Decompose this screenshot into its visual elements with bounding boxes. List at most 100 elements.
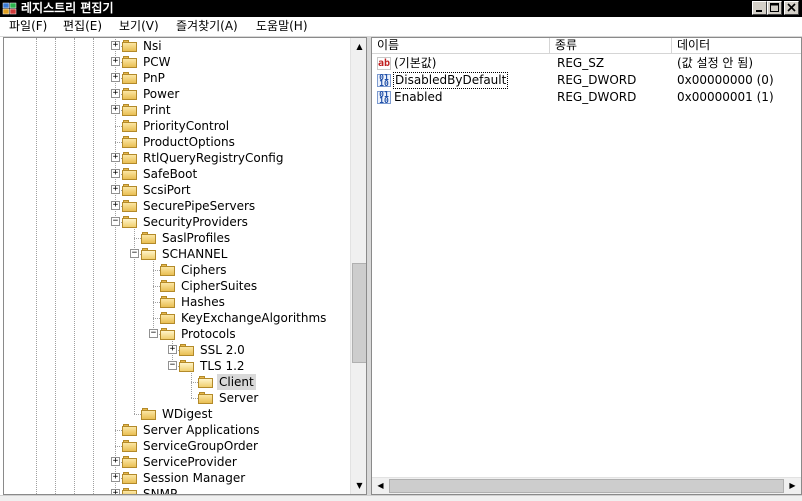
tree-node-label: ScsiPort [143, 183, 191, 197]
expand-icon[interactable]: + [111, 457, 120, 466]
value-name: Enabled [394, 90, 443, 104]
tree-node-serviceprovider[interactable]: + ServiceProvider [4, 454, 350, 470]
folder-icon [160, 312, 175, 324]
tree-node-hashes[interactable]: Hashes [4, 294, 350, 310]
tree-node-server[interactable]: Server [4, 390, 350, 406]
minimize-button[interactable] [752, 1, 767, 15]
tree-node-snmp[interactable]: + SNMP [4, 486, 350, 494]
collapse-icon[interactable]: − [149, 329, 158, 338]
tree-node-wdigest[interactable]: WDigest [4, 406, 350, 422]
folder-body [122, 202, 137, 212]
menu-view[interactable]: 보기(V) [118, 18, 160, 35]
tree-node-ssl-2-0[interactable]: + SSL 2.0 [4, 342, 350, 358]
expand-icon[interactable]: + [111, 153, 120, 162]
tree-node-securityproviders[interactable]: − SecurityProviders [4, 214, 350, 230]
tree-node-safeboot[interactable]: + SafeBoot [4, 166, 350, 182]
scroll-thumb[interactable] [389, 479, 784, 493]
list-horizontal-scrollbar[interactable]: ◀ ▶ [372, 477, 801, 494]
tree-node-ciphersuites[interactable]: CipherSuites [4, 278, 350, 294]
expand-icon[interactable]: + [111, 169, 120, 178]
value-type: REG_DWORD [557, 90, 637, 104]
value-row[interactable]: 01 10 DisabledByDefault REG_DWORD 0x00000… [372, 72, 801, 89]
column-name[interactable]: 이름 [372, 38, 550, 54]
collapse-icon[interactable]: − [111, 217, 120, 226]
tree-node-rtlqueryregistryconfig[interactable]: + RtlQueryRegistryConfig [4, 150, 350, 166]
tree-node-session-manager[interactable]: + Session Manager [4, 470, 350, 486]
expand-icon[interactable]: + [111, 105, 120, 114]
value-row[interactable]: 01 10 Enabled REG_DWORD 0x00000001 (1) [372, 89, 801, 106]
maximize-button[interactable] [767, 1, 782, 15]
tree-node-label: ServiceProvider [143, 455, 237, 469]
scroll-thumb[interactable] [352, 263, 366, 363]
tree-node-ciphers[interactable]: Ciphers [4, 262, 350, 278]
tree-node-tls-1-2[interactable]: − TLS 1.2 [4, 358, 350, 374]
tree-node-print[interactable]: + Print [4, 102, 350, 118]
registry-values-list[interactable]: 이름 종류 데이터 ab (기본값) REG_SZ (값 설정 안 됨) 01 1… [371, 37, 802, 495]
tree-node-nsi[interactable]: + Nsi [4, 38, 350, 54]
folder-body [198, 378, 213, 388]
tree-node-label: Hashes [181, 295, 225, 309]
expand-icon[interactable]: + [111, 73, 120, 82]
menu-help[interactable]: 도움말(H) [255, 18, 309, 35]
close-button[interactable] [784, 1, 799, 15]
tree-node-securepipeservers[interactable]: + SecurePipeServers [4, 198, 350, 214]
expand-icon[interactable]: + [111, 473, 120, 482]
expand-icon[interactable]: + [111, 185, 120, 194]
tree-node-label: SSL 2.0 [200, 343, 245, 357]
column-data[interactable]: 데이터 [672, 38, 801, 54]
scroll-up-button[interactable]: ▲ [351, 38, 366, 55]
tree-node-prioritycontrol[interactable]: PriorityControl [4, 118, 350, 134]
tree-node-label: SafeBoot [143, 167, 198, 181]
registry-key-tree[interactable]: + Nsi + PCW + PnP + Power + Print PriorityControl P… [3, 37, 367, 495]
minimize-icon [756, 10, 762, 12]
folder-icon [122, 200, 137, 212]
tree-node-label: WDigest [162, 407, 213, 421]
tree-node-pcw[interactable]: + PCW [4, 54, 350, 70]
folder-body [122, 74, 137, 84]
expand-icon[interactable]: + [168, 345, 177, 354]
tree-node-server-applications[interactable]: Server Applications [4, 422, 350, 438]
value-row[interactable]: ab (기본값) REG_SZ (값 설정 안 됨) [372, 55, 801, 72]
folder-body [141, 234, 156, 244]
expand-icon[interactable]: + [111, 89, 120, 98]
tree-node-schannel[interactable]: − SCHANNEL [4, 246, 350, 262]
collapse-icon[interactable]: − [130, 249, 139, 258]
folder-icon [122, 88, 137, 100]
tree-node-keyexchangealgorithms[interactable]: KeyExchangeAlgorithms [4, 310, 350, 326]
folder-icon [122, 40, 137, 52]
tree-node-label: PriorityControl [143, 119, 230, 133]
tree-node-scsiport[interactable]: + ScsiPort [4, 182, 350, 198]
menu-file[interactable]: 파일(F) [8, 18, 48, 35]
folder-icon [141, 232, 156, 244]
column-type[interactable]: 종류 [550, 38, 672, 54]
tree-node-power[interactable]: + Power [4, 86, 350, 102]
folder-body [122, 138, 137, 148]
tree-node-saslprofiles[interactable]: SaslProfiles [4, 230, 350, 246]
folder-icon [122, 168, 137, 180]
expand-icon[interactable]: + [111, 57, 120, 66]
folder-icon [122, 440, 137, 452]
collapse-icon[interactable]: − [168, 361, 177, 370]
tree-node-label: CipherSuites [181, 279, 258, 293]
scroll-left-button[interactable]: ◀ [372, 478, 389, 494]
tree-node-productoptions[interactable]: ProductOptions [4, 134, 350, 150]
folder-body [122, 42, 137, 52]
scroll-right-button[interactable]: ▶ [784, 478, 801, 494]
tree-vertical-scrollbar[interactable]: ▲ ▼ [350, 38, 366, 494]
folder-body [160, 314, 175, 324]
scroll-down-button[interactable]: ▼ [351, 477, 366, 494]
value-name: (기본값) [394, 56, 437, 70]
menu-edit[interactable]: 편집(E) [62, 18, 103, 35]
tree-node-client[interactable]: Client [4, 374, 350, 390]
tree-node-protocols[interactable]: − Protocols [4, 326, 350, 342]
expand-icon[interactable]: + [111, 41, 120, 50]
folder-icon [160, 296, 175, 308]
menu-favorites[interactable]: 즐겨찾기(A) [175, 18, 239, 35]
status-bar [0, 495, 802, 501]
folder-icon [122, 184, 137, 196]
tree-node-pnp[interactable]: + PnP [4, 70, 350, 86]
expand-icon[interactable]: + [111, 201, 120, 210]
folder-body [122, 442, 137, 452]
value-data: (값 설정 안 됨) [677, 56, 754, 70]
tree-node-servicegrouporder[interactable]: ServiceGroupOrder [4, 438, 350, 454]
